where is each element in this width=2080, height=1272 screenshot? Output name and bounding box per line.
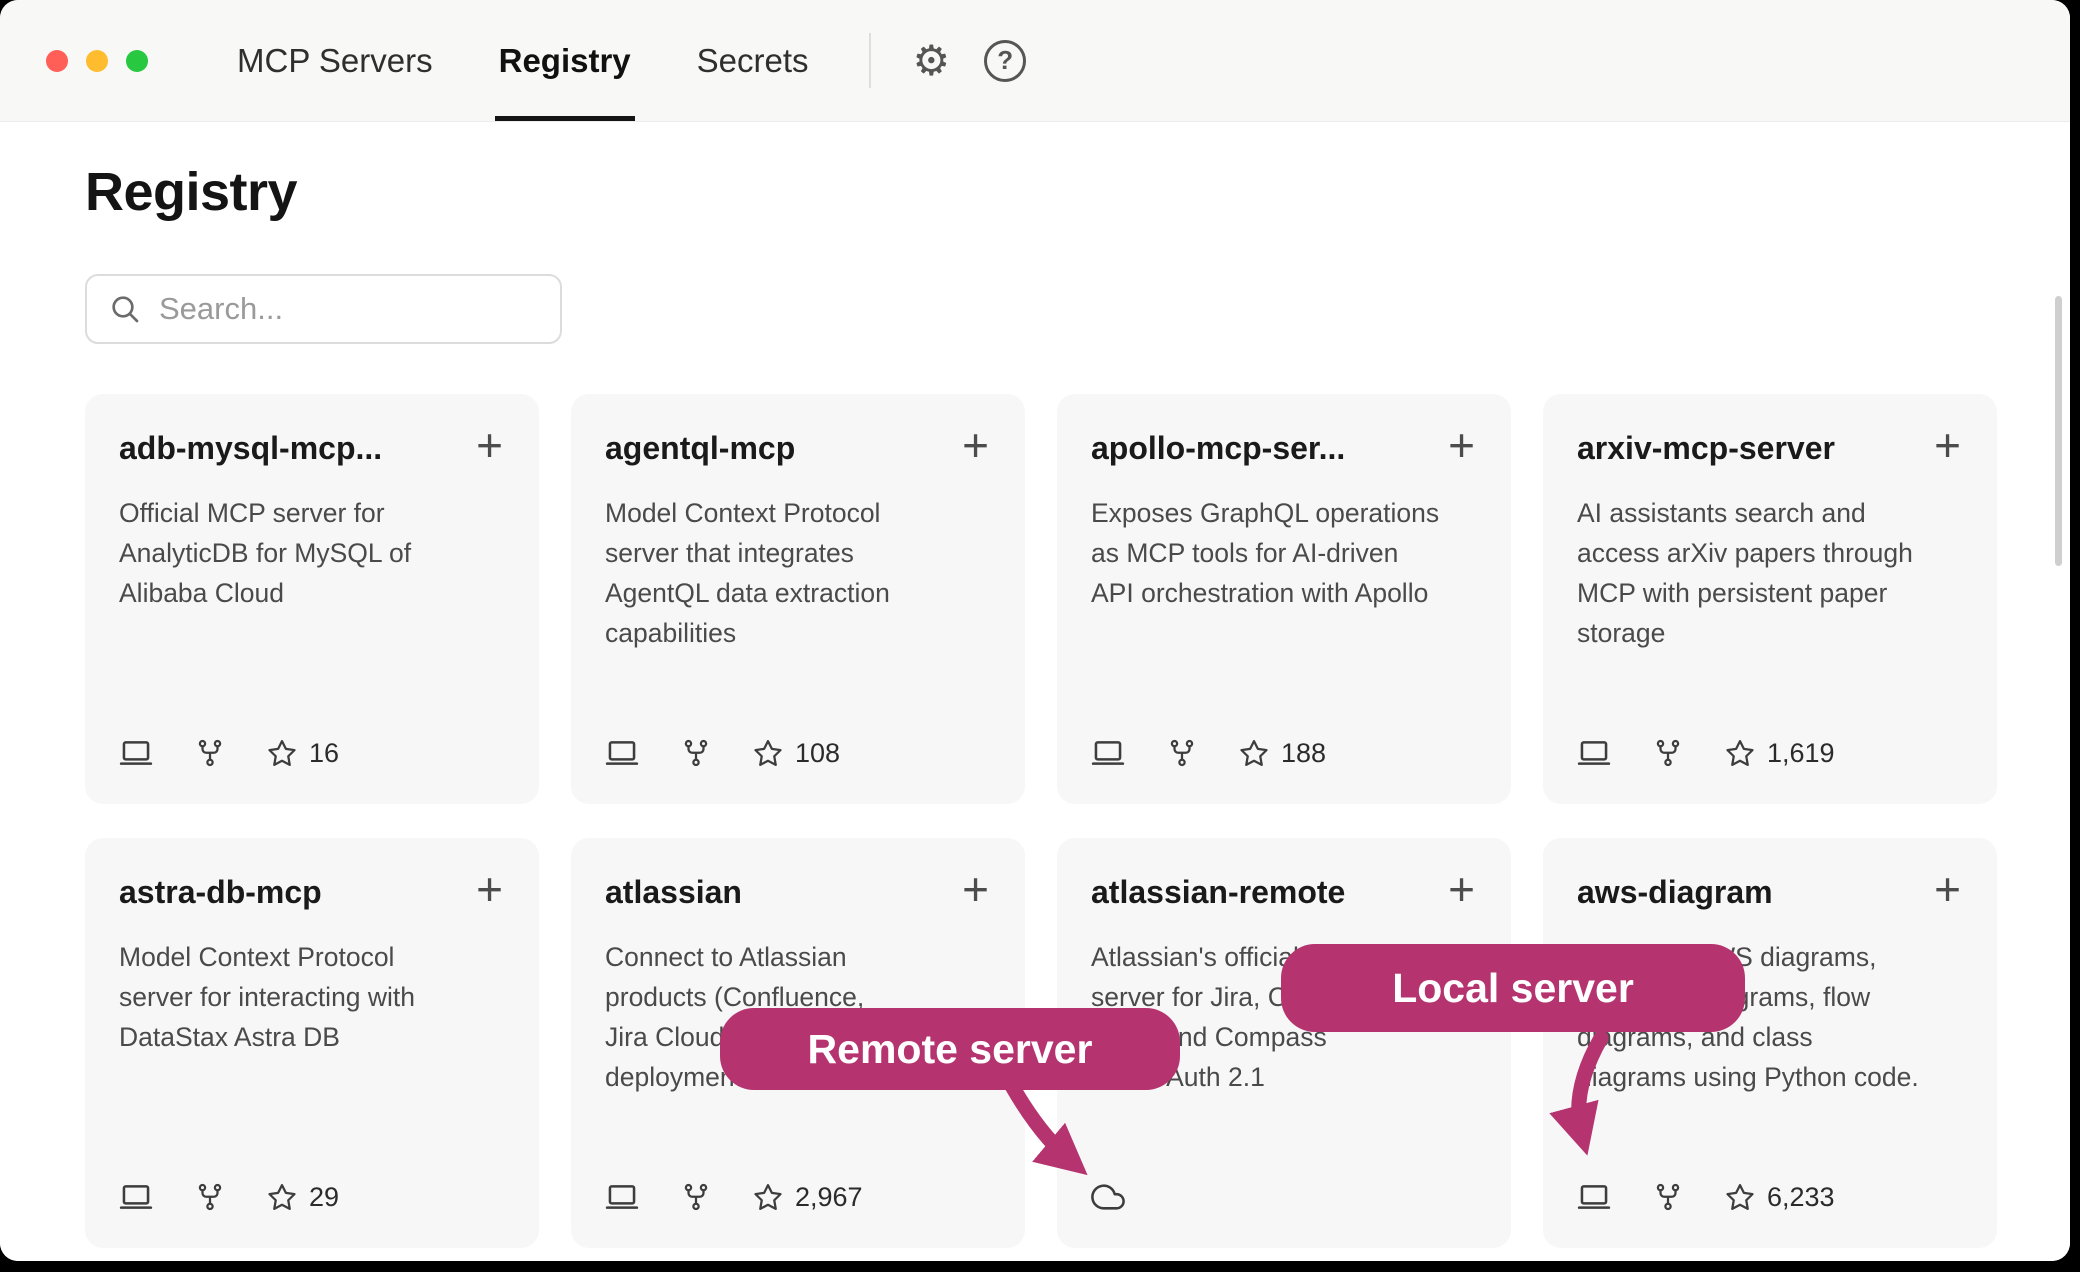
stars-group: 6,233: [1725, 1182, 1835, 1213]
stars-group: 1,619: [1725, 738, 1835, 769]
star-count: 6,233: [1767, 1182, 1835, 1213]
titlebar: MCP Servers Registry Secrets ⚙ ?: [0, 0, 2070, 122]
star-icon: [1239, 738, 1269, 768]
laptop-icon: [1577, 736, 1611, 770]
registry-page: Registry adb-mysql-mcp... + Official MCP…: [0, 160, 2070, 1261]
server-card-astra-db-mcp: astra-db-mcp + Model Context Protocol se…: [85, 838, 539, 1248]
local-server-callout: Local server: [1281, 944, 1745, 1032]
laptop-icon: [119, 1180, 153, 1214]
traffic-lights: [46, 50, 148, 72]
stars-group: 108: [753, 738, 840, 769]
star-count: 2,967: [795, 1182, 863, 1213]
server-name: apollo-mcp-ser...: [1091, 430, 1345, 467]
add-server-button[interactable]: +: [474, 874, 505, 904]
server-name: adb-mysql-mcp...: [119, 430, 382, 467]
stars-group: 188: [1239, 738, 1326, 769]
fork-icon: [1167, 738, 1197, 768]
star-count: 108: [795, 738, 840, 769]
page-title: Registry: [85, 160, 2070, 224]
card-footer: 188: [1091, 736, 1477, 770]
add-server-button[interactable]: +: [474, 430, 505, 460]
card-footer: 29: [119, 1180, 505, 1214]
star-icon: [1725, 1182, 1755, 1212]
server-grid: adb-mysql-mcp... + Official MCP server f…: [85, 394, 2070, 1248]
card-footer: 6,233: [1577, 1180, 1963, 1214]
tab-secrets[interactable]: Secrets: [693, 0, 813, 121]
server-card-arxiv-mcp-server: arxiv-mcp-server + AI assistants search …: [1543, 394, 1997, 804]
server-name: atlassian-remote: [1091, 874, 1345, 911]
star-icon: [267, 738, 297, 768]
card-footer: [1091, 1180, 1477, 1214]
minimize-button[interactable]: [86, 50, 108, 72]
server-description: Official MCP server for AnalyticDB for M…: [119, 493, 505, 613]
add-server-button[interactable]: +: [960, 430, 991, 460]
gear-icon[interactable]: ⚙: [913, 40, 951, 82]
stars-group: 16: [267, 738, 339, 769]
fork-icon: [195, 1182, 225, 1212]
laptop-icon: [605, 1180, 639, 1214]
close-button[interactable]: [46, 50, 68, 72]
server-name: astra-db-mcp: [119, 874, 322, 911]
star-count: 188: [1281, 738, 1326, 769]
server-name: aws-diagram: [1577, 874, 1773, 911]
fork-icon: [681, 1182, 711, 1212]
add-server-button[interactable]: +: [960, 874, 991, 904]
scrollbar-thumb[interactable]: [2055, 296, 2062, 566]
server-description: AI assistants search and access arXiv pa…: [1577, 493, 1963, 653]
server-name: agentql-mcp: [605, 430, 795, 467]
search-input[interactable]: [159, 291, 558, 327]
server-description: Model Context Protocol server that integ…: [605, 493, 991, 653]
cloud-icon: [1091, 1180, 1125, 1214]
tab-mcp-servers[interactable]: MCP Servers: [233, 0, 437, 121]
server-description: Model Context Protocol server for intera…: [119, 937, 505, 1057]
add-server-button[interactable]: +: [1446, 874, 1477, 904]
tab-registry[interactable]: Registry: [495, 0, 635, 121]
server-name: arxiv-mcp-server: [1577, 430, 1835, 467]
add-server-button[interactable]: +: [1932, 874, 1963, 904]
remote-server-callout: Remote server: [720, 1008, 1180, 1090]
card-footer: 108: [605, 736, 991, 770]
stars-group: 2,967: [753, 1182, 863, 1213]
star-icon: [753, 1182, 783, 1212]
star-count: 29: [309, 1182, 339, 1213]
search-box[interactable]: [85, 274, 562, 344]
fork-icon: [1653, 1182, 1683, 1212]
server-card-apollo-mcp-server: apollo-mcp-ser... + Exposes GraphQL oper…: [1057, 394, 1511, 804]
search-icon: [109, 293, 141, 325]
server-name: atlassian: [605, 874, 742, 911]
laptop-icon: [1577, 1180, 1611, 1214]
add-server-button[interactable]: +: [1932, 430, 1963, 460]
card-footer: 2,967: [605, 1180, 991, 1214]
star-icon: [267, 1182, 297, 1212]
laptop-icon: [605, 736, 639, 770]
zoom-button[interactable]: [126, 50, 148, 72]
fork-icon: [195, 738, 225, 768]
laptop-icon: [119, 736, 153, 770]
star-icon: [1725, 738, 1755, 768]
star-icon: [753, 738, 783, 768]
titlebar-tabs: MCP Servers Registry Secrets: [233, 0, 813, 121]
stars-group: 29: [267, 1182, 339, 1213]
star-count: 16: [309, 738, 339, 769]
server-card-aws-diagram: aws-diagram + Generate AWS diagrams, seq…: [1543, 838, 1997, 1248]
card-footer: 16: [119, 736, 505, 770]
laptop-icon: [1091, 736, 1125, 770]
fork-icon: [1653, 738, 1683, 768]
titlebar-icons: ⚙ ?: [913, 0, 1027, 121]
server-description: Exposes GraphQL operations as MCP tools …: [1091, 493, 1477, 613]
star-count: 1,619: [1767, 738, 1835, 769]
help-icon[interactable]: ?: [984, 40, 1026, 82]
server-card-agentql-mcp: agentql-mcp + Model Context Protocol ser…: [571, 394, 1025, 804]
titlebar-divider: [869, 33, 871, 88]
server-card-adb-mysql-mcp: adb-mysql-mcp... + Official MCP server f…: [85, 394, 539, 804]
fork-icon: [681, 738, 711, 768]
add-server-button[interactable]: +: [1446, 430, 1477, 460]
card-footer: 1,619: [1577, 736, 1963, 770]
